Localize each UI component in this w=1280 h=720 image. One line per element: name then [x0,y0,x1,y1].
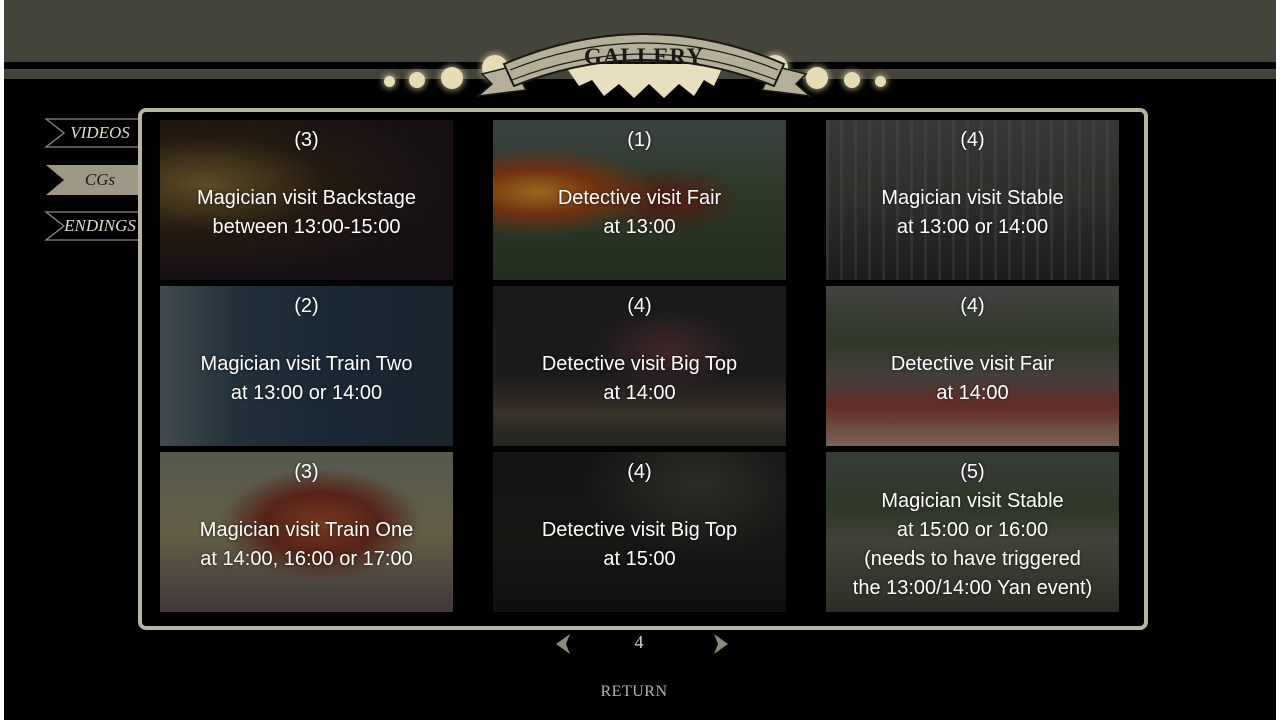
gallery-thumbnail[interactable]: (4) Detective visit Big Top at 14:00 [493,286,786,446]
page-number: 4 [634,632,644,652]
pagination: 4 [544,630,734,658]
gallery-screen: GALLERY VIDEOS CGs ENDINGS (3) Magician v… [4,0,1276,720]
gallery-thumbnail[interactable]: (4) Detective visit Big Top at 15:00 [493,452,786,612]
thumbnail-description: Magician visit Stable at 15:00 or 16:00 … [852,490,1093,599]
light-dot [441,67,463,89]
thumbnail-number: (5) [960,461,985,483]
chevron-right-icon [714,634,728,654]
thumbnail-description: Magician visit Train One at 14:00, 16:00… [199,519,414,570]
gallery-thumbnail[interactable]: (3) Magician visit Backstage between 13:0… [160,120,453,280]
tab-endings-label: ENDINGS [64,216,136,235]
gallery-thumbnail[interactable]: (3) Magician visit Train One at 14:00, 16… [160,452,453,612]
thumbnail-number: (4) [627,295,652,317]
return-button[interactable]: RETURN [564,683,704,701]
thumbnail-description: Magician visit Train Two at 13:00 or 14:… [200,353,413,404]
thumbnail-caption: (3) Magician visit Train One at 14:00, 16… [160,452,453,612]
tab-cgs-label: CGs [84,170,116,189]
thumbnail-description: Magician visit Backstage between 13:00-1… [197,187,416,238]
prev-page-button[interactable] [552,632,576,656]
light-dot [875,76,886,87]
gallery-thumbnail[interactable]: (5) Magician visit Stable at 15:00 or 16:… [826,452,1119,612]
thumbnail-description: Detective visit Big Top at 14:00 [541,353,738,404]
tab-videos[interactable]: VIDEOS [44,118,142,148]
chevron-left-icon [556,634,570,654]
tab-videos-label: VIDEOS [70,123,130,142]
gallery-thumbnail[interactable]: (4) Magician visit Stable at 13:00 or 14:… [826,120,1119,280]
thumbnail-caption: (3) Magician visit Backstage between 13:0… [160,120,453,280]
thumbnail-caption: (5) Magician visit Stable at 15:00 or 16:… [826,452,1119,612]
thumbnail-description: Detective visit Fair at 13:00 [557,187,722,238]
light-dot [384,76,395,87]
thumbnail-caption: (4) Detective visit Big Top at 15:00 [493,452,786,612]
thumbnail-number: (3) [294,129,319,151]
gallery-frame: (3) Magician visit Backstage between 13:0… [138,108,1148,630]
tab-endings[interactable]: ENDINGS [44,211,142,241]
thumbnail-number: (4) [960,295,985,317]
thumbnail-caption: (4) Detective visit Fair at 14:00 [826,286,1119,446]
thumbnail-description: Detective visit Big Top at 15:00 [541,519,738,570]
gallery-thumbnail[interactable]: (2) Magician visit Train Two at 13:00 or … [160,286,453,446]
thumbnail-caption: (4) Magician visit Stable at 13:00 or 14:… [826,120,1119,280]
thumbnail-caption: (2) Magician visit Train Two at 13:00 or … [160,286,453,446]
light-dot [844,72,860,88]
next-page-button[interactable] [708,632,732,656]
thumbnail-number: (4) [627,461,652,483]
gallery-thumbnail[interactable]: (4) Detective visit Fair at 14:00 [826,286,1119,446]
thumbnail-caption: (4) Detective visit Big Top at 14:00 [493,286,786,446]
thumbnail-number: (3) [294,461,319,483]
thumbnail-caption: (1) Detective visit Fair at 13:00 [493,120,786,280]
gallery-banner: GALLERY [474,14,814,104]
thumbnail-description: Detective visit Fair at 14:00 [890,353,1055,404]
light-dot [409,72,425,88]
thumbnail-description: Magician visit Stable at 13:00 or 14:00 [881,187,1064,238]
thumbnail-number: (4) [960,129,985,151]
thumbnail-number: (2) [294,295,319,317]
thumbnail-number: (1) [627,129,652,151]
page-title: GALLERY [584,44,704,69]
tab-cgs[interactable]: CGs [44,165,142,195]
gallery-thumbnail[interactable]: (1) Detective visit Fair at 13:00 [493,120,786,280]
